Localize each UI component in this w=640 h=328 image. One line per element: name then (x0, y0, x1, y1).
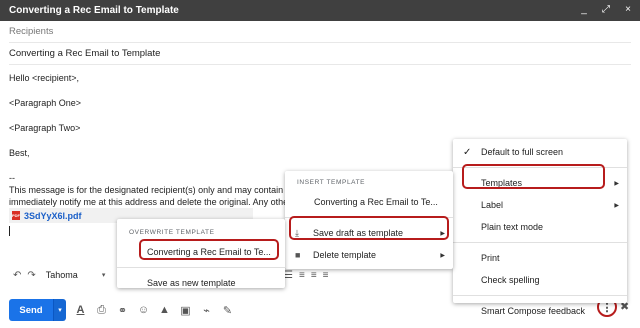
text-cursor (9, 226, 10, 236)
recipients-field[interactable]: Recipients (9, 21, 631, 43)
more-options-menu: ✓ Default to full screen Templates ▶ Lab… (453, 139, 627, 316)
window-controls: _ ⤢ × (578, 4, 634, 15)
bulleted-list-icon[interactable]: ≡ (311, 270, 317, 281)
insert-template-heading: INSERT TEMPLATE (297, 178, 366, 186)
greeting-line: Hello <recipient>, (9, 73, 80, 83)
templates-highlight (462, 164, 605, 189)
recipients-placeholder: Recipients (9, 26, 54, 37)
indent-icon[interactable]: ≡ (323, 270, 329, 281)
attachment-filename[interactable]: 3SdYyX6l.pdf (24, 211, 82, 221)
undo-icon[interactable]: ↶ (13, 270, 21, 281)
menu-item-check-spelling[interactable]: Check spelling (453, 269, 627, 291)
align-icon[interactable]: ☰ (284, 270, 293, 281)
redo-icon[interactable]: ↷ (27, 270, 35, 281)
compose-title: Converting a Rec Email to Template (9, 5, 179, 16)
trash-icon: ■ (295, 250, 301, 260)
menu-item-label: Default to full screen (481, 147, 564, 157)
menu-item-label: Delete template (313, 250, 377, 260)
menu-item-label: Plain text mode (481, 222, 544, 232)
menu-item-label: Label (481, 200, 504, 210)
submenu-arrow-icon: ▶ (440, 252, 445, 259)
fullscreen-icon[interactable]: ⤢ (600, 4, 612, 15)
close-icon[interactable]: × (622, 4, 634, 15)
submenu-arrow-icon: ▶ (614, 180, 619, 187)
submenu-arrow-icon: ▶ (614, 202, 619, 209)
list-format-group: ☰ ≡ ≡ ≡ (284, 270, 329, 281)
formatting-options-icon[interactable]: A (74, 304, 87, 316)
save-draft-highlight (289, 216, 449, 240)
minimize-icon[interactable]: _ (578, 4, 590, 15)
menu-item-label: Check spelling (481, 275, 540, 285)
menu-item-label: Print (481, 253, 500, 263)
insert-template-item[interactable]: Converting a Rec Email to Te... (285, 191, 453, 213)
send-button[interactable]: Send (9, 299, 53, 321)
subject-field[interactable]: Converting a Rec Email to Template (9, 43, 631, 65)
save-as-new-template-item[interactable]: Save as new template (117, 272, 285, 294)
paragraph-one: <Paragraph One> (9, 98, 82, 108)
compose-titlebar: Converting a Rec Email to Template _ ⤢ × (0, 0, 640, 21)
paragraph-two: <Paragraph Two> (9, 123, 81, 133)
check-icon: ✓ (463, 146, 472, 158)
pdf-icon: PDF (12, 211, 20, 220)
menu-item-label-option[interactable]: Label ▶ (453, 194, 627, 216)
signature-icon[interactable]: ✎ (221, 304, 234, 317)
menu-item-plain-text[interactable]: Plain text mode (453, 216, 627, 238)
menu-item-label: Save as new template (147, 278, 236, 288)
font-dropdown-icon[interactable]: ▾ (102, 271, 106, 279)
insert-photo-icon[interactable]: ▣ (179, 304, 192, 317)
menu-item-label: Smart Compose feedback (481, 306, 586, 316)
drive-icon[interactable]: ▲ (158, 304, 171, 316)
menu-item-smart-compose[interactable]: Smart Compose feedback (453, 300, 627, 322)
overwrite-highlight (139, 239, 279, 260)
attach-file-icon[interactable]: ⎙ (95, 304, 108, 317)
confidential-mode-icon[interactable]: ⌁ (200, 304, 213, 317)
send-options-icon[interactable]: ▾ (53, 299, 66, 321)
overwrite-template-submenu: OVERWRITE TEMPLATE Converting a Rec Emai… (117, 219, 285, 288)
menu-item-print[interactable]: Print (453, 247, 627, 269)
subject-text: Converting a Rec Email to Template (9, 48, 161, 59)
emoji-icon[interactable]: ☺ (137, 304, 150, 316)
insert-link-icon[interactable]: ⚭ (116, 304, 129, 317)
send-button-group: Send ▾ (9, 299, 66, 321)
numbered-list-icon[interactable]: ≡ (299, 270, 305, 281)
delete-template-item[interactable]: ■ Delete template ▶ (285, 244, 453, 266)
templates-submenu: INSERT TEMPLATE Converting a Rec Email t… (285, 171, 453, 269)
menu-item-default-full-screen[interactable]: ✓ Default to full screen (453, 141, 627, 163)
menu-item-label: Converting a Rec Email to Te... (314, 197, 438, 207)
font-selector[interactable]: Tahoma (46, 270, 78, 280)
